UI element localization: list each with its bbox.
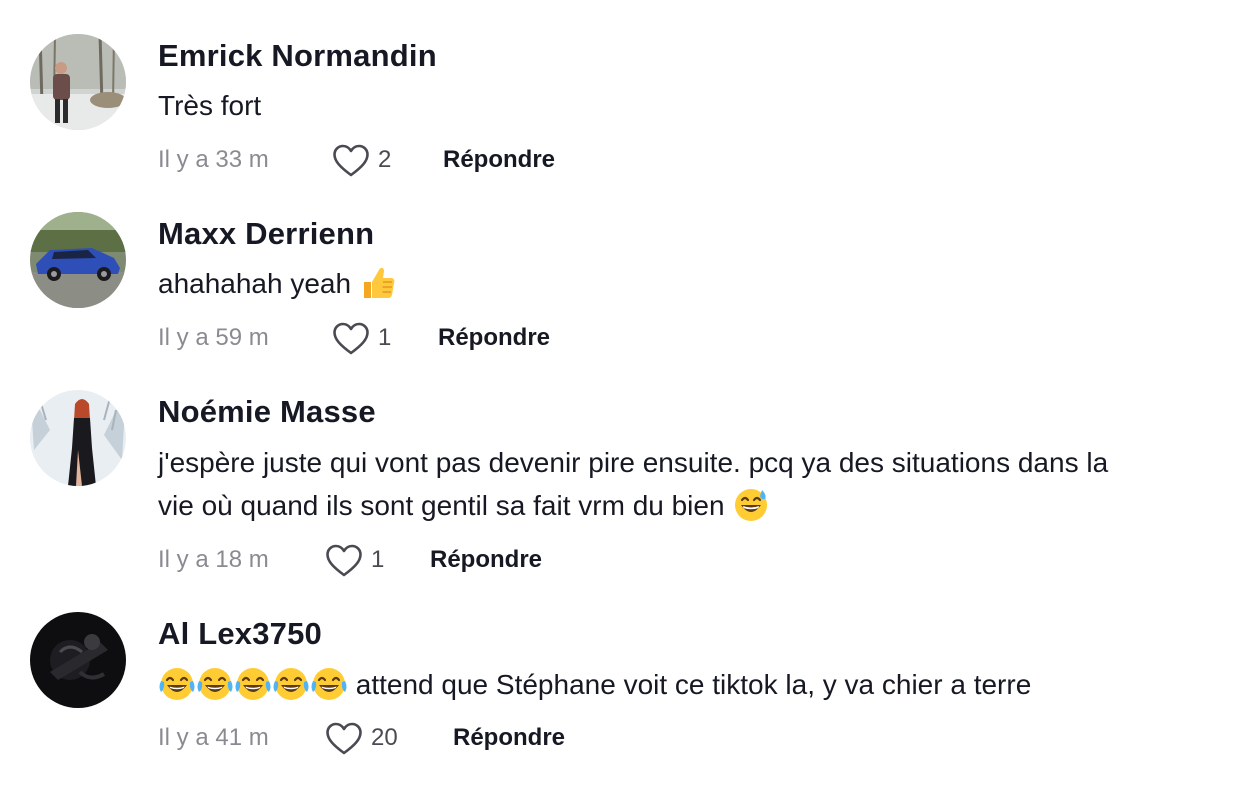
heart-icon xyxy=(332,144,370,178)
avatar[interactable] xyxy=(30,34,126,130)
like-count: 1 xyxy=(371,546,385,573)
comment-username[interactable]: Al Lex3750 xyxy=(158,616,322,652)
avatar[interactable] xyxy=(30,612,126,708)
comment-timestamp: Il y a 18 m xyxy=(158,546,269,573)
comment-username[interactable]: Maxx Derrienn xyxy=(158,216,374,252)
comment-timestamp: Il y a 59 m xyxy=(158,324,269,351)
comment-text-line-2: vie où quand ils sont gentil sa fait vrm… xyxy=(158,490,725,521)
tears-of-joy-icon xyxy=(234,665,272,703)
avatar-photo-icon xyxy=(30,612,126,708)
reply-button[interactable]: Répondre xyxy=(438,324,550,352)
comment-text: Très fort xyxy=(158,84,1238,127)
avatar-photo-icon xyxy=(30,390,126,486)
comment-text: ahahahah yeah xyxy=(158,262,1238,305)
comment-text-body: ahahahah yeah xyxy=(158,268,352,299)
like-count: 2 xyxy=(378,146,392,173)
comment-meta: Il y a 33 m 2 Répondre xyxy=(158,140,758,180)
heart-icon xyxy=(332,322,370,356)
tears-of-joy-icon xyxy=(196,665,234,703)
tears-of-joy-icon xyxy=(272,665,310,703)
tears-of-joy-icon xyxy=(310,665,348,703)
comment-meta: Il y a 41 m 20 Répondre xyxy=(158,718,758,758)
like-count: 20 xyxy=(371,724,398,751)
comment-meta: Il y a 59 m 1 Répondre xyxy=(158,318,758,358)
comment-timestamp: Il y a 33 m xyxy=(158,146,269,173)
comment-meta: Il y a 18 m 1 Répondre xyxy=(158,540,758,580)
avatar[interactable] xyxy=(30,212,126,308)
comment-list: Emrick Normandin Très fort Il y a 33 m 2… xyxy=(0,0,1250,790)
comment-timestamp: Il y a 41 m xyxy=(158,724,269,751)
comment-text-line-1: j'espère juste qui vont pas devenir pire… xyxy=(158,447,1109,478)
tears-of-joy-icon xyxy=(158,665,196,703)
grinning-sweat-icon xyxy=(732,486,770,524)
reply-button[interactable]: Répondre xyxy=(430,546,542,574)
heart-icon xyxy=(325,544,363,578)
reply-button[interactable]: Répondre xyxy=(453,724,565,752)
comment-text-body: attend que Stéphane voit ce tiktok la, y… xyxy=(355,669,1032,700)
comment-text-body: Très fort xyxy=(158,90,262,121)
like-count: 1 xyxy=(378,324,392,351)
thumbs-up-icon xyxy=(359,264,397,302)
comment-text: j'espère juste qui vont pas devenir pire… xyxy=(158,441,1238,527)
reply-button[interactable]: Répondre xyxy=(443,146,555,174)
comment-text: attend que Stéphane voit ce tiktok la, y… xyxy=(158,663,1238,706)
heart-icon xyxy=(325,722,363,756)
avatar-photo-icon xyxy=(30,212,126,308)
comment-username[interactable]: Noémie Masse xyxy=(158,394,376,430)
comment-username[interactable]: Emrick Normandin xyxy=(158,38,437,74)
avatar-photo-icon xyxy=(30,34,126,130)
avatar[interactable] xyxy=(30,390,126,486)
